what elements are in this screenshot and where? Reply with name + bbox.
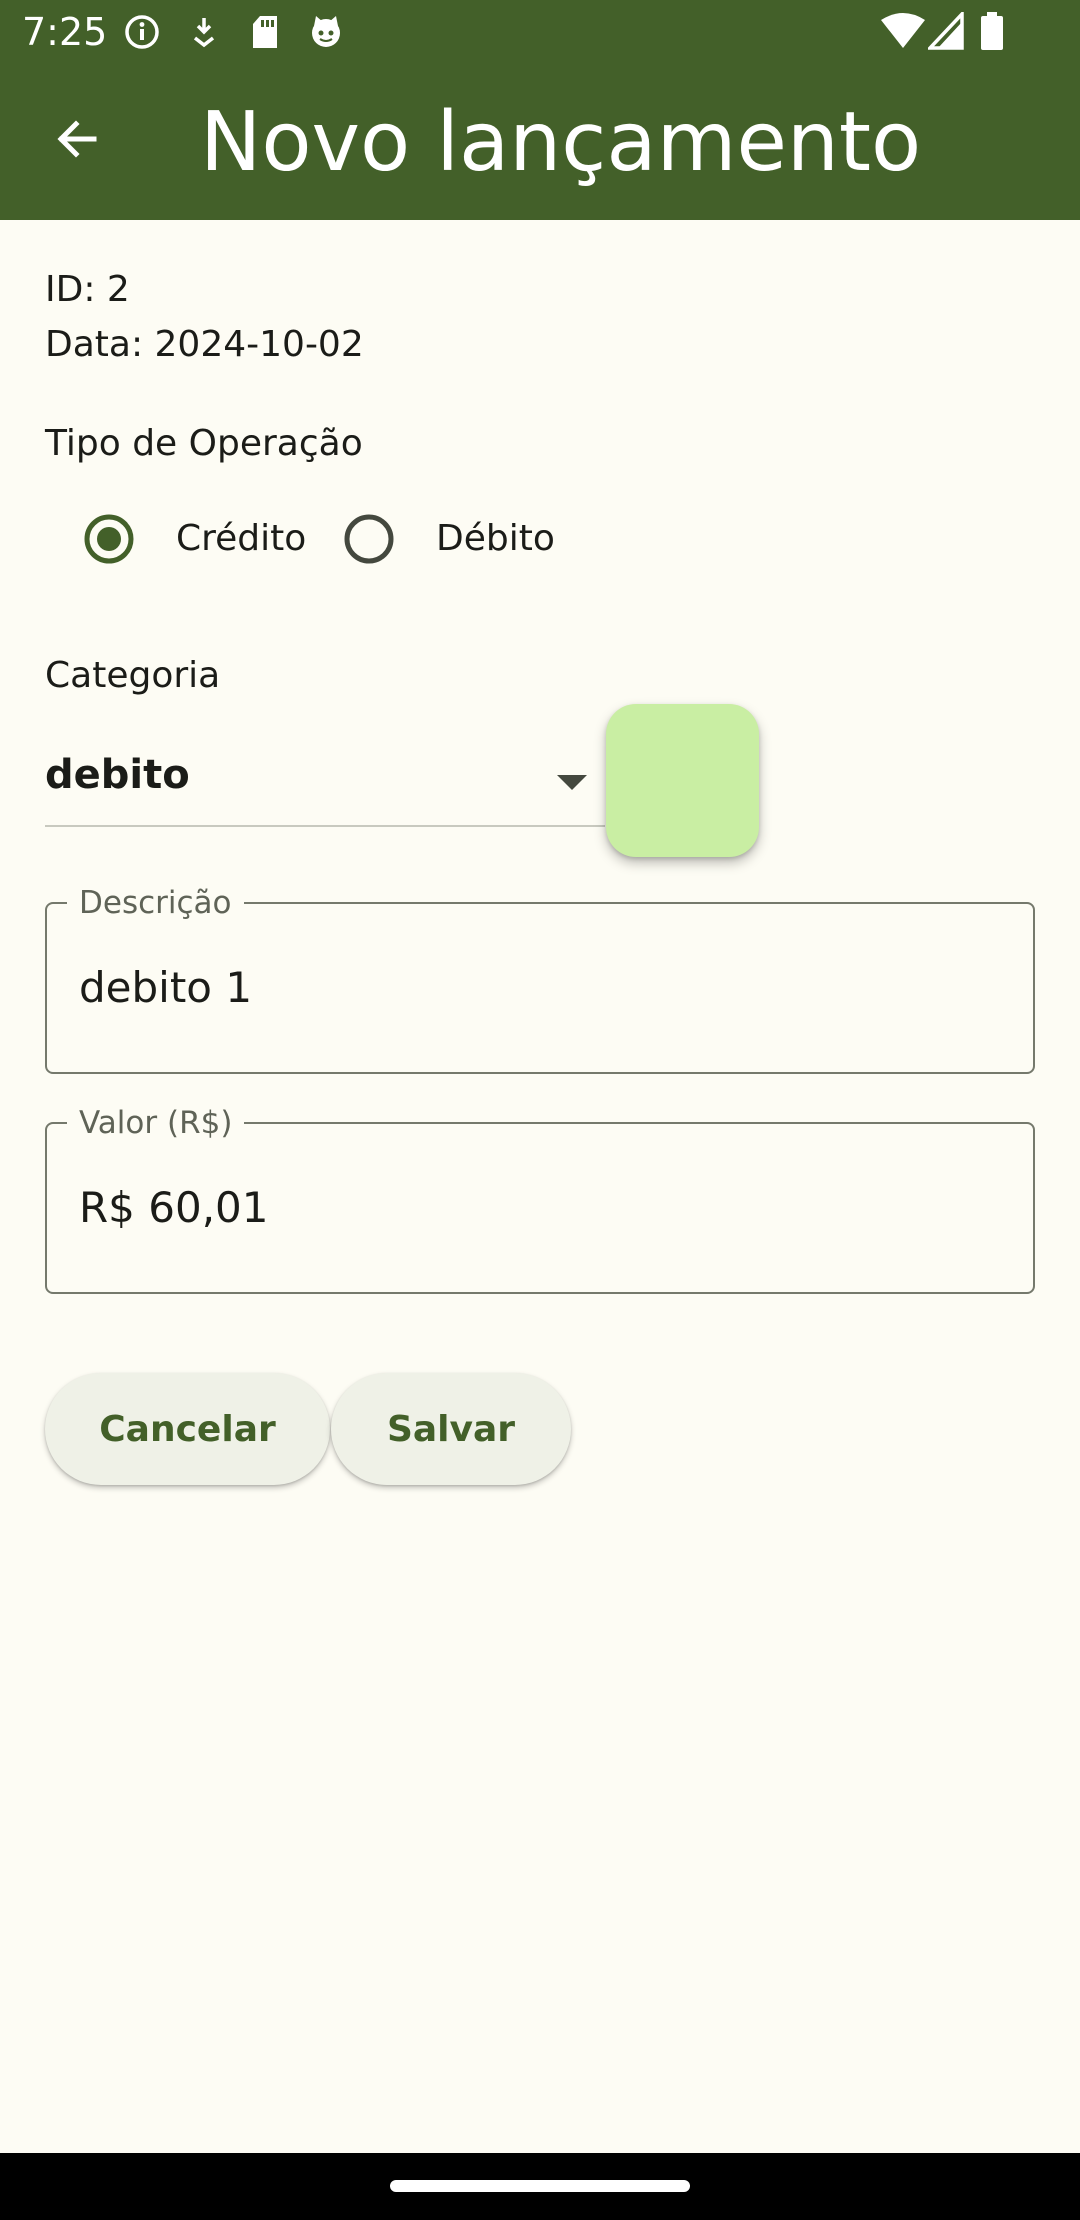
arrow-back-icon	[57, 120, 97, 158]
radio-debito-label[interactable]: Débito	[436, 517, 555, 561]
radio-selected-icon	[84, 514, 134, 564]
dropdown-arrow-icon	[557, 775, 587, 790]
back-button[interactable]	[36, 99, 116, 179]
battery-icon	[980, 12, 1004, 56]
radio-debito[interactable]	[344, 514, 394, 564]
sd-card-icon	[250, 14, 280, 54]
cancel-button[interactable]: Cancelar	[45, 1373, 330, 1485]
status-time: 7:25	[22, 10, 108, 54]
description-field-label: Descrição	[67, 884, 244, 922]
value-field[interactable]: Valor (R$) R$ 60,01	[45, 1104, 1035, 1294]
category-selected-value: debito	[45, 752, 190, 798]
value-field-label: Valor (R$)	[67, 1104, 245, 1142]
radio-credito-label[interactable]: Crédito	[176, 517, 306, 561]
cat-icon	[308, 14, 344, 54]
system-nav-bar	[0, 2153, 1080, 2220]
signal-icon	[925, 9, 964, 54]
save-button[interactable]: Salvar	[331, 1373, 571, 1485]
status-bar: 7:25	[0, 0, 1080, 63]
wifi-icon	[880, 12, 926, 54]
record-date: Data: 2024-10-02	[45, 324, 364, 365]
category-dropdown[interactable]: debito	[45, 730, 605, 827]
home-gesture-handle[interactable]	[390, 2180, 690, 2192]
radio-credito[interactable]	[84, 514, 134, 564]
page-title: Novo lançamento	[200, 95, 922, 190]
description-field-value[interactable]: debito 1	[79, 962, 252, 1014]
description-field[interactable]: Descrição debito 1	[45, 884, 1035, 1074]
category-label: Categoria	[45, 655, 221, 696]
category-color-button[interactable]	[606, 704, 759, 857]
operation-type-label: Tipo de Operação	[45, 423, 363, 464]
radio-unselected-icon	[344, 514, 394, 564]
value-field-value[interactable]: R$ 60,01	[79, 1182, 269, 1234]
app-bar: Novo lançamento	[0, 63, 1080, 220]
record-id: ID: 2	[45, 269, 130, 310]
info-icon	[124, 14, 160, 54]
download-icon	[190, 14, 218, 54]
